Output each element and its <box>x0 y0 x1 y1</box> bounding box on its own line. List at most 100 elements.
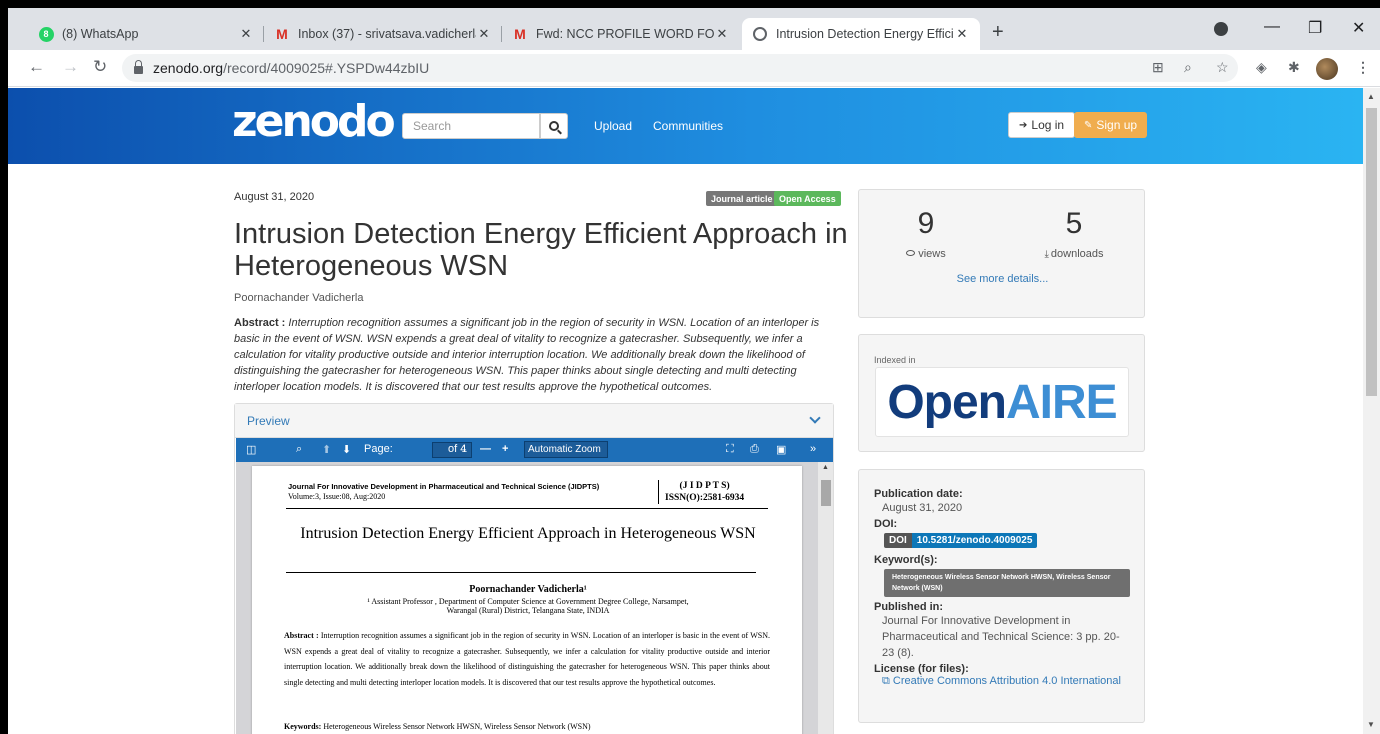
paper-keywords: Keywords: Heterogeneous Wireless Sensor … <box>284 722 591 731</box>
pdf-scrollbar[interactable]: ▲ <box>818 462 833 734</box>
zenodo-header: zenodo Search Upload Communities ➔ Log in… <box>8 88 1363 164</box>
published-in-value: Journal For Innovative Development in Ph… <box>882 615 1120 659</box>
paper-author: Poornachander Vadicherla¹ <box>469 584 587 595</box>
browser-window: 8 (8) WhatsApp ✕ M Inbox (37) - srivatsa… <box>8 8 1380 734</box>
zoom-icon[interactable]: ⌕ <box>1184 59 1192 76</box>
stats-card: 9 views 5 ⤓ downloads See more details... <box>858 189 1145 318</box>
published-in-label: Published in: <box>874 601 944 613</box>
minimize-button[interactable]: — <box>1264 18 1280 36</box>
pdf-toolbar: ◫ ⌕ ⬆ ⬇ Page: 1 of 4 — + Automatic Zoom … <box>236 438 833 462</box>
reload-button[interactable]: ↻ <box>93 57 107 77</box>
preview-panel: Preview ◫ ⌕ ⬆ ⬇ Page: 1 of 4 — + Automat… <box>234 403 834 734</box>
pdf-search-icon[interactable]: ⌕ <box>296 443 302 456</box>
zenodo-logo[interactable]: zenodo <box>232 96 396 147</box>
metadata-card: Publication date: August 31, 2020 DOI: D… <box>858 469 1145 723</box>
puzzle-extensions-icon[interactable]: ✱ <box>1288 59 1300 76</box>
gmail-icon: M <box>514 26 526 42</box>
zoom-out-button[interactable]: — <box>480 443 491 455</box>
forward-button[interactable]: → <box>62 57 79 77</box>
login-button[interactable]: ➔ Log in <box>1008 112 1076 138</box>
close-tab-icon[interactable]: ✕ <box>476 26 492 42</box>
external-link-icon: ⧉ <box>882 675 893 687</box>
next-page-icon[interactable]: ⬇ <box>342 443 351 456</box>
page-label: Page: <box>364 443 393 455</box>
tab-gmail-fwd[interactable]: M Fwd: NCC PROFILE WORD FORMAT ✕ <box>502 18 740 50</box>
pub-date-value: August 31, 2020 <box>882 502 963 514</box>
download-icon[interactable]: ▣ <box>776 443 786 456</box>
gmail-icon: M <box>276 26 288 42</box>
presentation-mode-icon[interactable]: ⛶ <box>726 443 734 456</box>
record-abstract: Abstract : Interruption recognition assu… <box>234 317 820 393</box>
download-icon: ⤓ <box>1044 249 1049 260</box>
previous-page-icon[interactable]: ⬆ <box>322 443 331 456</box>
tools-menu-icon[interactable]: » <box>810 443 816 455</box>
close-tab-icon[interactable]: ✕ <box>954 26 970 42</box>
back-button[interactable]: ← <box>28 57 45 77</box>
record-type-badge: Journal article <box>706 191 778 206</box>
close-window-button[interactable]: ✕ <box>1352 18 1365 38</box>
restore-button[interactable]: ❐ <box>1308 18 1322 38</box>
browser-toolbar: ← → ↻ zenodo.org/record/4009025#.YSPDw44… <box>8 50 1380 87</box>
access-badge: Open Access <box>774 191 841 206</box>
search-icon <box>549 121 559 131</box>
lock-icon <box>134 60 143 74</box>
search-input[interactable]: Search <box>402 113 540 139</box>
indexed-card: Indexed in Open AIRE <box>858 334 1145 452</box>
print-icon[interactable]: ⎙ <box>750 443 759 456</box>
paper-title: Intrusion Detection Energy Efficient App… <box>300 525 756 542</box>
zoom-select[interactable]: Automatic Zoom <box>524 441 608 458</box>
downloads-label: ⤓ downloads <box>1044 248 1104 260</box>
license-link[interactable]: ⧉ Creative Commons Attribution 4.0 Inter… <box>874 675 1129 688</box>
whatsapp-icon: 8 <box>38 26 54 42</box>
pdf-viewer[interactable]: Journal For Innovative Development in Ph… <box>236 462 833 734</box>
tab-strip: 8 (8) WhatsApp ✕ M Inbox (37) - srivatsa… <box>8 8 1380 50</box>
close-tab-icon[interactable]: ✕ <box>238 26 254 42</box>
close-tab-icon[interactable]: ✕ <box>714 26 730 42</box>
page-title: Intrusion Detection Energy Efficient App… <box>234 218 848 282</box>
kebab-menu-icon[interactable]: ⋮ <box>1356 59 1370 76</box>
tab-whatsapp[interactable]: 8 (8) WhatsApp ✕ <box>28 18 264 50</box>
eye-icon <box>906 250 916 256</box>
openaire-logo[interactable]: Open AIRE <box>875 367 1129 437</box>
tab-zenodo-active[interactable]: Intrusion Detection Energy Efficie ✕ <box>742 18 980 50</box>
zoom-in-button[interactable]: + <box>502 443 508 455</box>
views-count: 9 <box>917 207 935 240</box>
pub-date-label: Publication date: <box>874 488 963 500</box>
globe-icon <box>752 26 768 42</box>
views-label: views <box>866 248 986 260</box>
chevron-down-icon <box>809 411 821 424</box>
preview-toggle[interactable]: Preview <box>235 404 833 438</box>
scrollbar-thumb[interactable] <box>1366 108 1377 396</box>
license-label: License (for files): <box>874 663 969 675</box>
sidebar-toggle-icon[interactable]: ◫ <box>246 443 256 456</box>
new-tab-button[interactable]: + <box>992 21 1004 44</box>
doi-badge[interactable]: DOI 10.5281/zenodo.4009025 <box>884 533 1038 548</box>
extension-icon[interactable]: ◈ <box>1256 59 1267 76</box>
see-more-link[interactable]: See more details... <box>859 273 1146 285</box>
journal-header: Journal For Innovative Development in Ph… <box>288 482 600 501</box>
publication-date: August 31, 2020 <box>234 191 315 203</box>
page-total: of 4 <box>448 443 467 455</box>
divider <box>286 508 768 509</box>
avatar[interactable] <box>1316 58 1338 80</box>
bookmark-star-icon[interactable]: ☆ <box>1216 59 1229 76</box>
divider <box>286 572 756 573</box>
nav-upload[interactable]: Upload <box>594 119 632 133</box>
pdf-page: Journal For Innovative Development in Ph… <box>252 466 802 734</box>
journal-issn: (J I D P T S) ISSN(O):2581-6934 <box>658 480 744 504</box>
paper-abstract: Abstract : Interruption recognition assu… <box>284 631 771 687</box>
tab-gmail-inbox[interactable]: M Inbox (37) - srivatsava.vadicherla@ ✕ <box>264 18 502 50</box>
downloads-count: 5 <box>1065 207 1083 240</box>
address-bar[interactable]: zenodo.org/record/4009025#.YSPDw44zbIU <box>122 54 1238 82</box>
translate-icon[interactable]: ⊞ <box>1152 59 1164 76</box>
keyword-tag[interactable]: Heterogeneous Wireless Sensor Network HW… <box>884 569 1130 597</box>
search-button[interactable] <box>540 113 568 139</box>
nav-communities[interactable]: Communities <box>653 119 723 133</box>
profile-menu-icon[interactable] <box>1214 22 1228 36</box>
indexed-label: Indexed in <box>874 355 916 365</box>
paper-affiliation: ¹ Assistant Professor , Department of Co… <box>367 597 689 615</box>
signup-button[interactable]: ✎ Sign up <box>1074 112 1148 138</box>
page-viewport: zenodo Search Upload Communities ➔ Log in… <box>8 88 1363 734</box>
page-scrollbar[interactable]: ▲ ▼ <box>1363 88 1380 734</box>
record-author: Poornachander Vadicherla <box>234 292 364 304</box>
